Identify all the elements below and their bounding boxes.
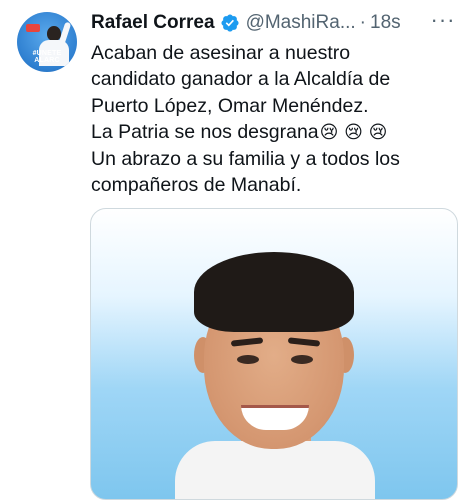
avatar-caption-line2: ALARC xyxy=(34,57,60,64)
avatar-figure-head xyxy=(47,26,61,41)
author-name[interactable]: Rafael Correa xyxy=(91,10,215,36)
tweet-text-line: compañeros de Manabí. xyxy=(91,174,302,197)
tweet-photo[interactable] xyxy=(90,208,458,500)
photo-hair xyxy=(194,252,354,332)
tweet-text-line: Puerto López, Omar Menéndez. xyxy=(91,94,369,117)
tweet-text-line-with-emoji: La Patria se nos desgrana😢 😢 😢 xyxy=(91,119,466,146)
photo-shirt xyxy=(175,441,375,499)
header-separator: · xyxy=(359,12,366,33)
tweet-timestamp[interactable]: 18s xyxy=(370,10,401,36)
verified-badge-icon xyxy=(220,13,240,33)
avatar[interactable]: #UNETE ALARC xyxy=(17,12,77,72)
crying-face-emoji-icon: 😢 😢 😢 xyxy=(319,121,388,143)
avatar-caption-line1: #UNETE xyxy=(32,50,62,57)
photo-eye-right xyxy=(291,355,313,364)
tweet-text-line: Acaban de asesinar a nuestro xyxy=(91,42,351,64)
tweet-text-line: candidato ganador a la Alcaldía de xyxy=(91,68,391,91)
more-options-icon[interactable]: ··· xyxy=(428,9,458,36)
photo-eye-left xyxy=(237,355,259,364)
tweet-header: Rafael Correa @MashiRa... · 18s xyxy=(91,10,401,36)
tweet[interactable]: #UNETE ALARC Rafael Correa @MashiRa... ·… xyxy=(0,0,474,500)
avatar-caption: #UNETE ALARC xyxy=(17,50,77,64)
tweet-text-line: Un abrazo a su familia y a todos los xyxy=(91,148,400,171)
author-handle[interactable]: @MashiRa... xyxy=(246,10,356,36)
tweet-text-segment: La Patria se nos desgrana xyxy=(91,120,319,143)
tweet-text: Acaban de asesinar a nuestro candidato g… xyxy=(91,40,466,199)
avatar-badge-icon xyxy=(26,24,40,32)
